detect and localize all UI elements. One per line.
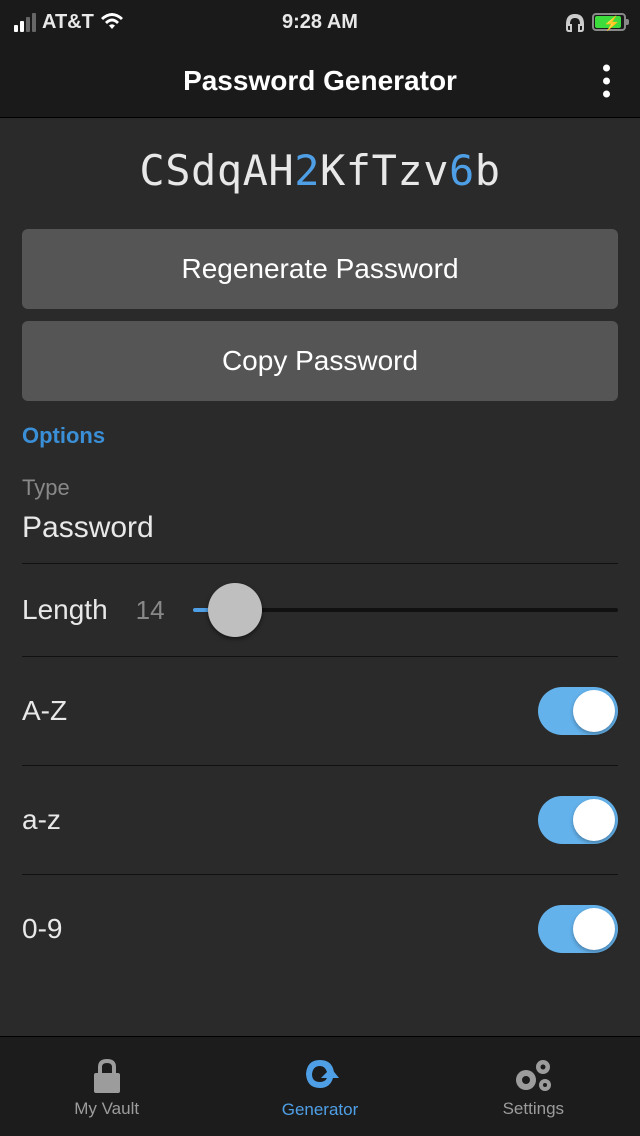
signal-icon [14, 13, 36, 32]
wifi-icon [100, 13, 124, 31]
copy-button[interactable]: Copy Password [22, 321, 618, 401]
tab-settings[interactable]: Settings [427, 1037, 640, 1136]
lock-icon [88, 1055, 126, 1095]
uppercase-toggle[interactable] [538, 687, 618, 735]
type-value: Password [22, 511, 618, 545]
uppercase-row: A-Z [22, 657, 618, 766]
battery-icon: ⚡ [592, 13, 626, 31]
tab-label-vault: My Vault [74, 1099, 139, 1119]
options-section-label: Options [22, 423, 618, 449]
status-right: ⚡ [564, 12, 626, 32]
status-time: 9:28 AM [282, 11, 358, 34]
digits-row: 0-9 [22, 875, 618, 983]
main-content: CSdqAH2KfTzv6b Regenerate Password Copy … [0, 118, 640, 1036]
app-header: Password Generator [0, 44, 640, 118]
generated-password: CSdqAH2KfTzv6b [22, 118, 618, 229]
tab-label-generator: Generator [282, 1100, 359, 1120]
refresh-icon [299, 1054, 341, 1096]
gears-icon [511, 1055, 555, 1095]
more-menu-button[interactable] [595, 56, 618, 105]
status-bar: AT&T 9:28 AM ⚡ [0, 0, 640, 44]
type-picker[interactable]: Type Password [22, 467, 618, 564]
lowercase-toggle[interactable] [538, 796, 618, 844]
lowercase-label: a-z [22, 804, 61, 836]
tab-my-vault[interactable]: My Vault [0, 1037, 213, 1136]
digits-toggle[interactable] [538, 905, 618, 953]
status-left: AT&T [14, 11, 124, 34]
tab-generator[interactable]: Generator [213, 1037, 426, 1136]
tab-label-settings: Settings [503, 1099, 564, 1119]
headphones-icon [564, 12, 586, 32]
carrier-label: AT&T [42, 11, 94, 34]
length-value: 14 [136, 595, 165, 626]
length-label: Length [22, 594, 108, 626]
regenerate-button[interactable]: Regenerate Password [22, 229, 618, 309]
digits-label: 0-9 [22, 913, 62, 945]
lowercase-row: a-z [22, 766, 618, 875]
type-label: Type [22, 475, 618, 501]
length-row: Length 14 [22, 564, 618, 657]
uppercase-label: A-Z [22, 695, 67, 727]
length-slider[interactable] [193, 590, 618, 630]
page-title: Password Generator [183, 65, 457, 97]
tab-bar: My Vault Generator Settings [0, 1036, 640, 1136]
